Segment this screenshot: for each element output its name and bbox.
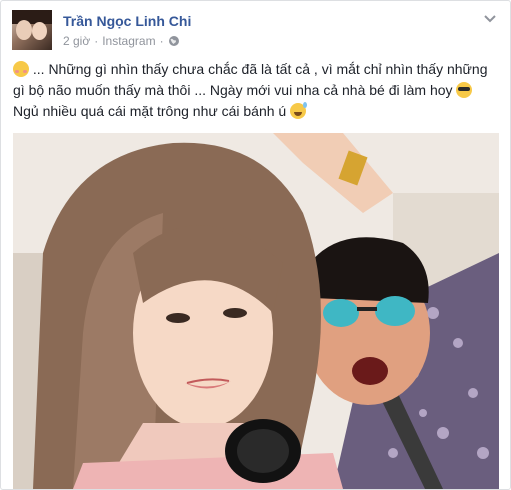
author-name-link[interactable]: Trần Ngọc Linh Chi — [63, 13, 191, 29]
meta-separator: · — [94, 34, 99, 48]
blush-smile-emoji — [13, 61, 29, 77]
post-timestamp[interactable]: 2 giờ — [63, 34, 90, 48]
post-photo[interactable] — [13, 133, 499, 489]
globe-icon[interactable] — [168, 35, 180, 47]
selfie-photo-illustration — [13, 133, 499, 489]
author-avatar[interactable] — [12, 10, 52, 50]
chevron-down-icon[interactable] — [482, 13, 498, 25]
post-source[interactable]: Instagram — [102, 34, 155, 48]
sunglasses-emoji — [456, 82, 473, 98]
facebook-post-card: Trần Ngọc Linh Chi 2 giờ · Instagram · .… — [0, 0, 511, 490]
grinning-sweat-emoji — [290, 102, 308, 119]
post-meta: 2 giờ · Instagram · — [63, 34, 180, 48]
post-text: ... Những gì nhìn thấy chưa chắc đã là t… — [13, 59, 499, 122]
post-text-line1: ... Những gì nhìn thấy chưa chắc đã là t… — [13, 61, 488, 98]
meta-separator: · — [159, 34, 164, 48]
post-text-line2: Ngủ nhiều quá cái mặt trông như cái bánh… — [13, 103, 291, 119]
